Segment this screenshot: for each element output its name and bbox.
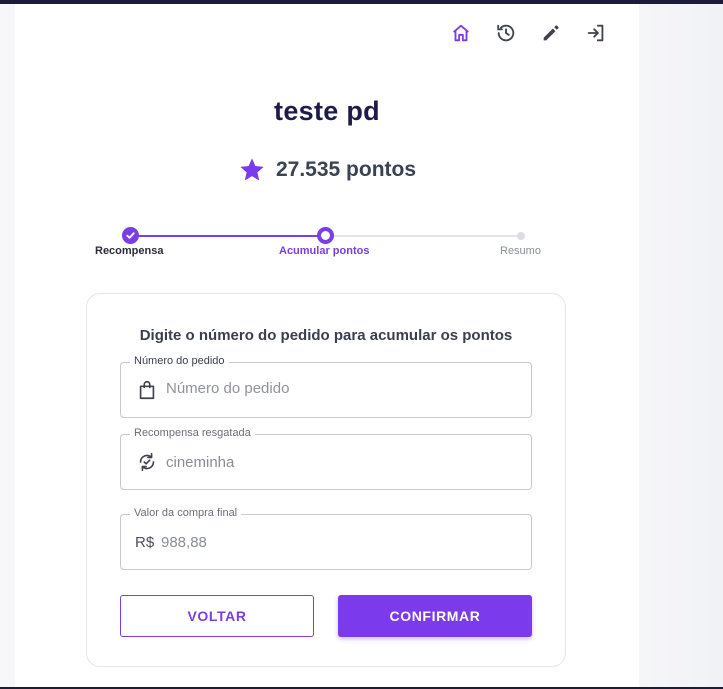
reward-field: Recompensa resgatada cineminha [120,427,532,490]
shopping-bag-icon [136,379,158,401]
currency-prefix: R$ [135,534,155,551]
star-icon [238,156,266,184]
confirm-button[interactable]: CONFIRMAR [338,595,532,637]
form-title: Digite o número do pedido para acumular … [139,327,513,344]
purchase-value: 988,88 [161,534,207,551]
history-icon[interactable] [493,20,519,46]
reward-value: cineminha [166,454,235,471]
progress-stepper: Recompensa Acumular pontos Resumo [90,226,550,266]
step-label-resumo: Resumo [500,245,541,257]
points-text: 27.535 pontos [275,158,417,181]
step-pending-marker [517,232,525,240]
back-button[interactable]: VOLTAR [120,595,314,637]
stepper-track-pending [326,235,521,237]
edit-icon[interactable] [538,20,564,46]
stepper-track-done [130,235,326,237]
user-name: teste pd [274,96,380,126]
accumulate-points-card: Digite o número do pedido para acumular … [86,293,566,667]
step-label-acumular: Acumular pontos [279,245,370,257]
step-label-recompensa: Recompensa [95,245,164,257]
header-nav [448,20,628,46]
left-margin [0,4,15,689]
order-number-input[interactable] [166,380,506,397]
top-border [0,0,723,4]
purchase-value-field: Valor da compra final R$ 988,88 [120,507,532,570]
logout-icon[interactable] [583,20,609,46]
purchase-value-label: Valor da compra final [130,507,242,519]
order-number-field: Número do pedido [120,355,532,418]
step-done-check-icon [122,227,139,244]
order-number-label: Número do pedido [130,355,229,367]
step-active-marker [317,227,334,244]
points-balance: 27.535 pontos [15,156,639,184]
exchange-check-icon [136,451,158,473]
home-icon[interactable] [448,20,474,46]
right-background-panel [639,4,723,689]
reward-label: Recompensa resgatada [130,427,255,439]
